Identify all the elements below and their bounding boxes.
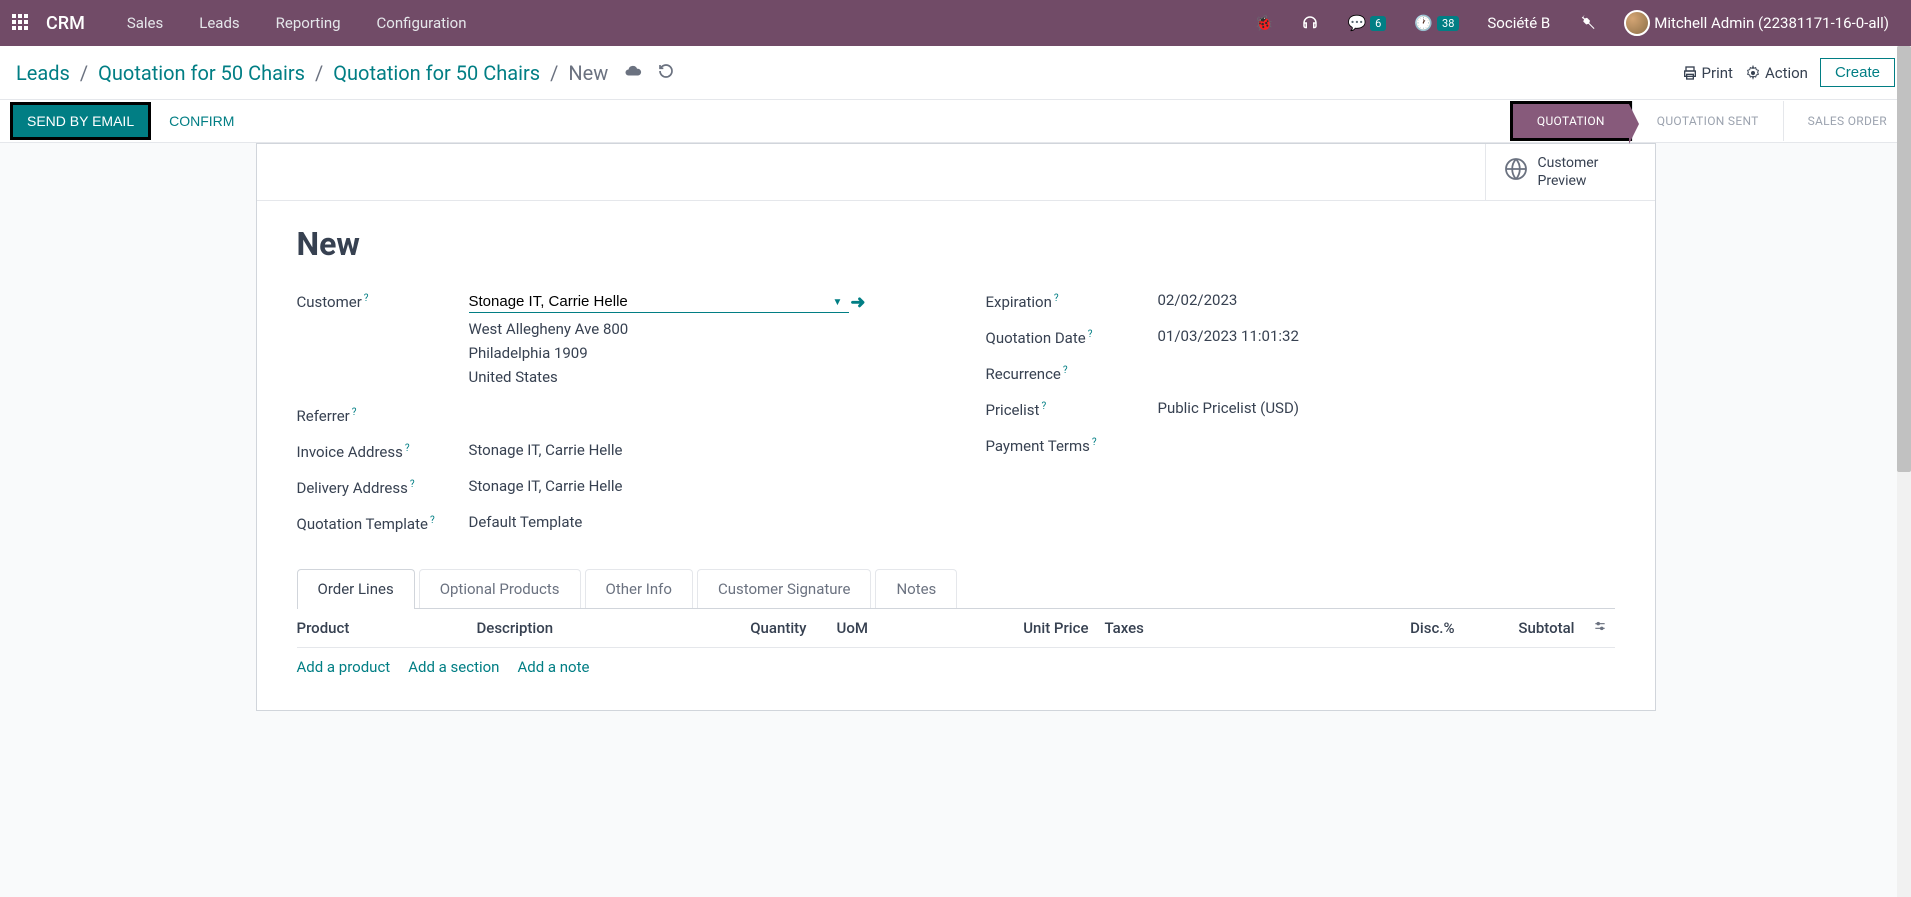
col-product: Product — [297, 619, 477, 637]
breadcrumb-leads[interactable]: Leads — [16, 61, 70, 85]
invoice-address-label: Invoice Address? — [297, 441, 457, 461]
activities-icon[interactable]: 🕐38 — [1404, 14, 1469, 32]
status-bar: SEND BY EMAIL CONFIRM QUOTATION QUOTATIO… — [0, 99, 1911, 143]
send-by-email-button[interactable]: SEND BY EMAIL — [10, 102, 151, 140]
chat-badge: 6 — [1370, 16, 1386, 31]
company-selector[interactable]: Société B — [1477, 14, 1560, 32]
referrer-label: Referrer? — [297, 405, 457, 425]
breadcrumb-quotation-1[interactable]: Quotation for 50 Chairs — [98, 61, 305, 85]
delivery-address-label: Delivery Address? — [297, 477, 457, 497]
topbar: CRM Sales Leads Reporting Configuration … — [0, 0, 1911, 46]
quotation-template-label: Quotation Template? — [297, 513, 457, 533]
nav-leads[interactable]: Leads — [185, 14, 253, 32]
discard-icon[interactable] — [658, 63, 674, 83]
nav-reporting[interactable]: Reporting — [262, 14, 355, 32]
expiration-value[interactable]: 02/02/2023 — [1158, 291, 1615, 309]
breadcrumb-sep: / — [315, 61, 323, 85]
add-section-link[interactable]: Add a section — [408, 658, 499, 676]
tab-order-lines[interactable]: Order Lines — [297, 569, 415, 609]
user-name: Mitchell Admin (22381171-16-0-all) — [1654, 14, 1889, 32]
tab-customer-signature[interactable]: Customer Signature — [697, 569, 872, 608]
customer-input[interactable] — [469, 291, 849, 313]
breadcrumb: Leads / Quotation for 50 Chairs / Quotat… — [0, 46, 1911, 99]
activity-badge: 38 — [1437, 16, 1459, 31]
payment-terms-label: Payment Terms? — [986, 435, 1146, 455]
confirm-button[interactable]: CONFIRM — [151, 102, 252, 140]
recurrence-label: Recurrence? — [986, 363, 1146, 383]
nav-configuration[interactable]: Configuration — [363, 14, 481, 32]
customer-label: Customer? — [297, 291, 457, 311]
customer-preview-button[interactable]: Customer Preview — [1485, 144, 1655, 200]
col-taxes: Taxes — [1105, 619, 1355, 637]
col-description: Description — [477, 619, 707, 637]
col-uom: UoM — [807, 619, 907, 637]
tabs: Order Lines Optional Products Other Info… — [297, 569, 1615, 609]
avatar-icon — [1624, 10, 1650, 36]
add-product-link[interactable]: Add a product — [297, 658, 391, 676]
order-lines-header: Product Description Quantity UoM Unit Pr… — [297, 609, 1615, 648]
form-sheet: Customer Preview New Customer? ▼ ➜ — [256, 143, 1656, 711]
breadcrumb-sep: / — [80, 61, 88, 85]
breadcrumb-quotation-2[interactable]: Quotation for 50 Chairs — [333, 61, 540, 85]
pricelist-value[interactable]: Public Pricelist (USD) — [1158, 399, 1615, 417]
expiration-label: Expiration? — [986, 291, 1146, 311]
columns-toggle-icon[interactable] — [1585, 619, 1615, 637]
col-quantity: Quantity — [707, 619, 807, 637]
scrollbar[interactable] — [1897, 46, 1911, 897]
user-menu[interactable]: Mitchell Admin (22381171-16-0-all) — [1614, 10, 1899, 36]
quotation-template-value[interactable]: Default Template — [469, 513, 926, 531]
app-brand[interactable]: CRM — [46, 13, 85, 34]
pricelist-label: Pricelist? — [986, 399, 1146, 419]
print-button[interactable]: Print — [1682, 64, 1733, 82]
tab-notes[interactable]: Notes — [875, 569, 957, 608]
debug-icon[interactable]: 🐞 — [1245, 14, 1284, 32]
delivery-address-value[interactable]: Stonage IT, Carrie Helle — [469, 477, 926, 495]
tab-other-info[interactable]: Other Info — [585, 569, 693, 608]
tab-optional-products[interactable]: Optional Products — [419, 569, 581, 608]
create-button[interactable]: Create — [1820, 58, 1895, 87]
col-subtotal: Subtotal — [1455, 619, 1585, 637]
status-stages: QUOTATION QUOTATION SENT SALES ORDER — [1510, 101, 1911, 141]
action-button[interactable]: Action — [1745, 64, 1808, 82]
stage-sales-order[interactable]: SALES ORDER — [1783, 101, 1911, 141]
invoice-address-value[interactable]: Stonage IT, Carrie Helle — [469, 441, 926, 459]
messaging-icon[interactable]: 💬6 — [1337, 14, 1396, 32]
record-title: New — [297, 225, 1615, 263]
breadcrumb-sep: / — [550, 61, 558, 85]
add-row: Add a product Add a section Add a note — [297, 648, 1615, 686]
stage-quotation[interactable]: QUOTATION — [1510, 101, 1632, 141]
dropdown-caret-icon[interactable]: ▼ — [833, 297, 843, 308]
quotation-date-label: Quotation Date? — [986, 327, 1146, 347]
scrollbar-thumb[interactable] — [1897, 46, 1911, 472]
customer-address: West Allegheny Ave 800 Philadelphia 1909… — [469, 317, 926, 389]
breadcrumb-current: New — [568, 61, 608, 85]
open-record-icon[interactable]: ➜ — [850, 292, 865, 313]
add-note-link[interactable]: Add a note — [517, 658, 589, 676]
tools-icon[interactable] — [1568, 14, 1606, 32]
stage-quotation-sent[interactable]: QUOTATION SENT — [1632, 101, 1783, 141]
col-unit-price: Unit Price — [907, 619, 1105, 637]
support-icon[interactable] — [1291, 14, 1329, 32]
quotation-date-value[interactable]: 01/03/2023 11:01:32 — [1158, 327, 1615, 345]
apps-icon[interactable] — [12, 14, 30, 32]
globe-icon — [1504, 157, 1528, 187]
nav-sales[interactable]: Sales — [113, 14, 177, 32]
col-discount: Disc.% — [1355, 619, 1455, 637]
cloud-save-icon[interactable] — [624, 62, 642, 84]
